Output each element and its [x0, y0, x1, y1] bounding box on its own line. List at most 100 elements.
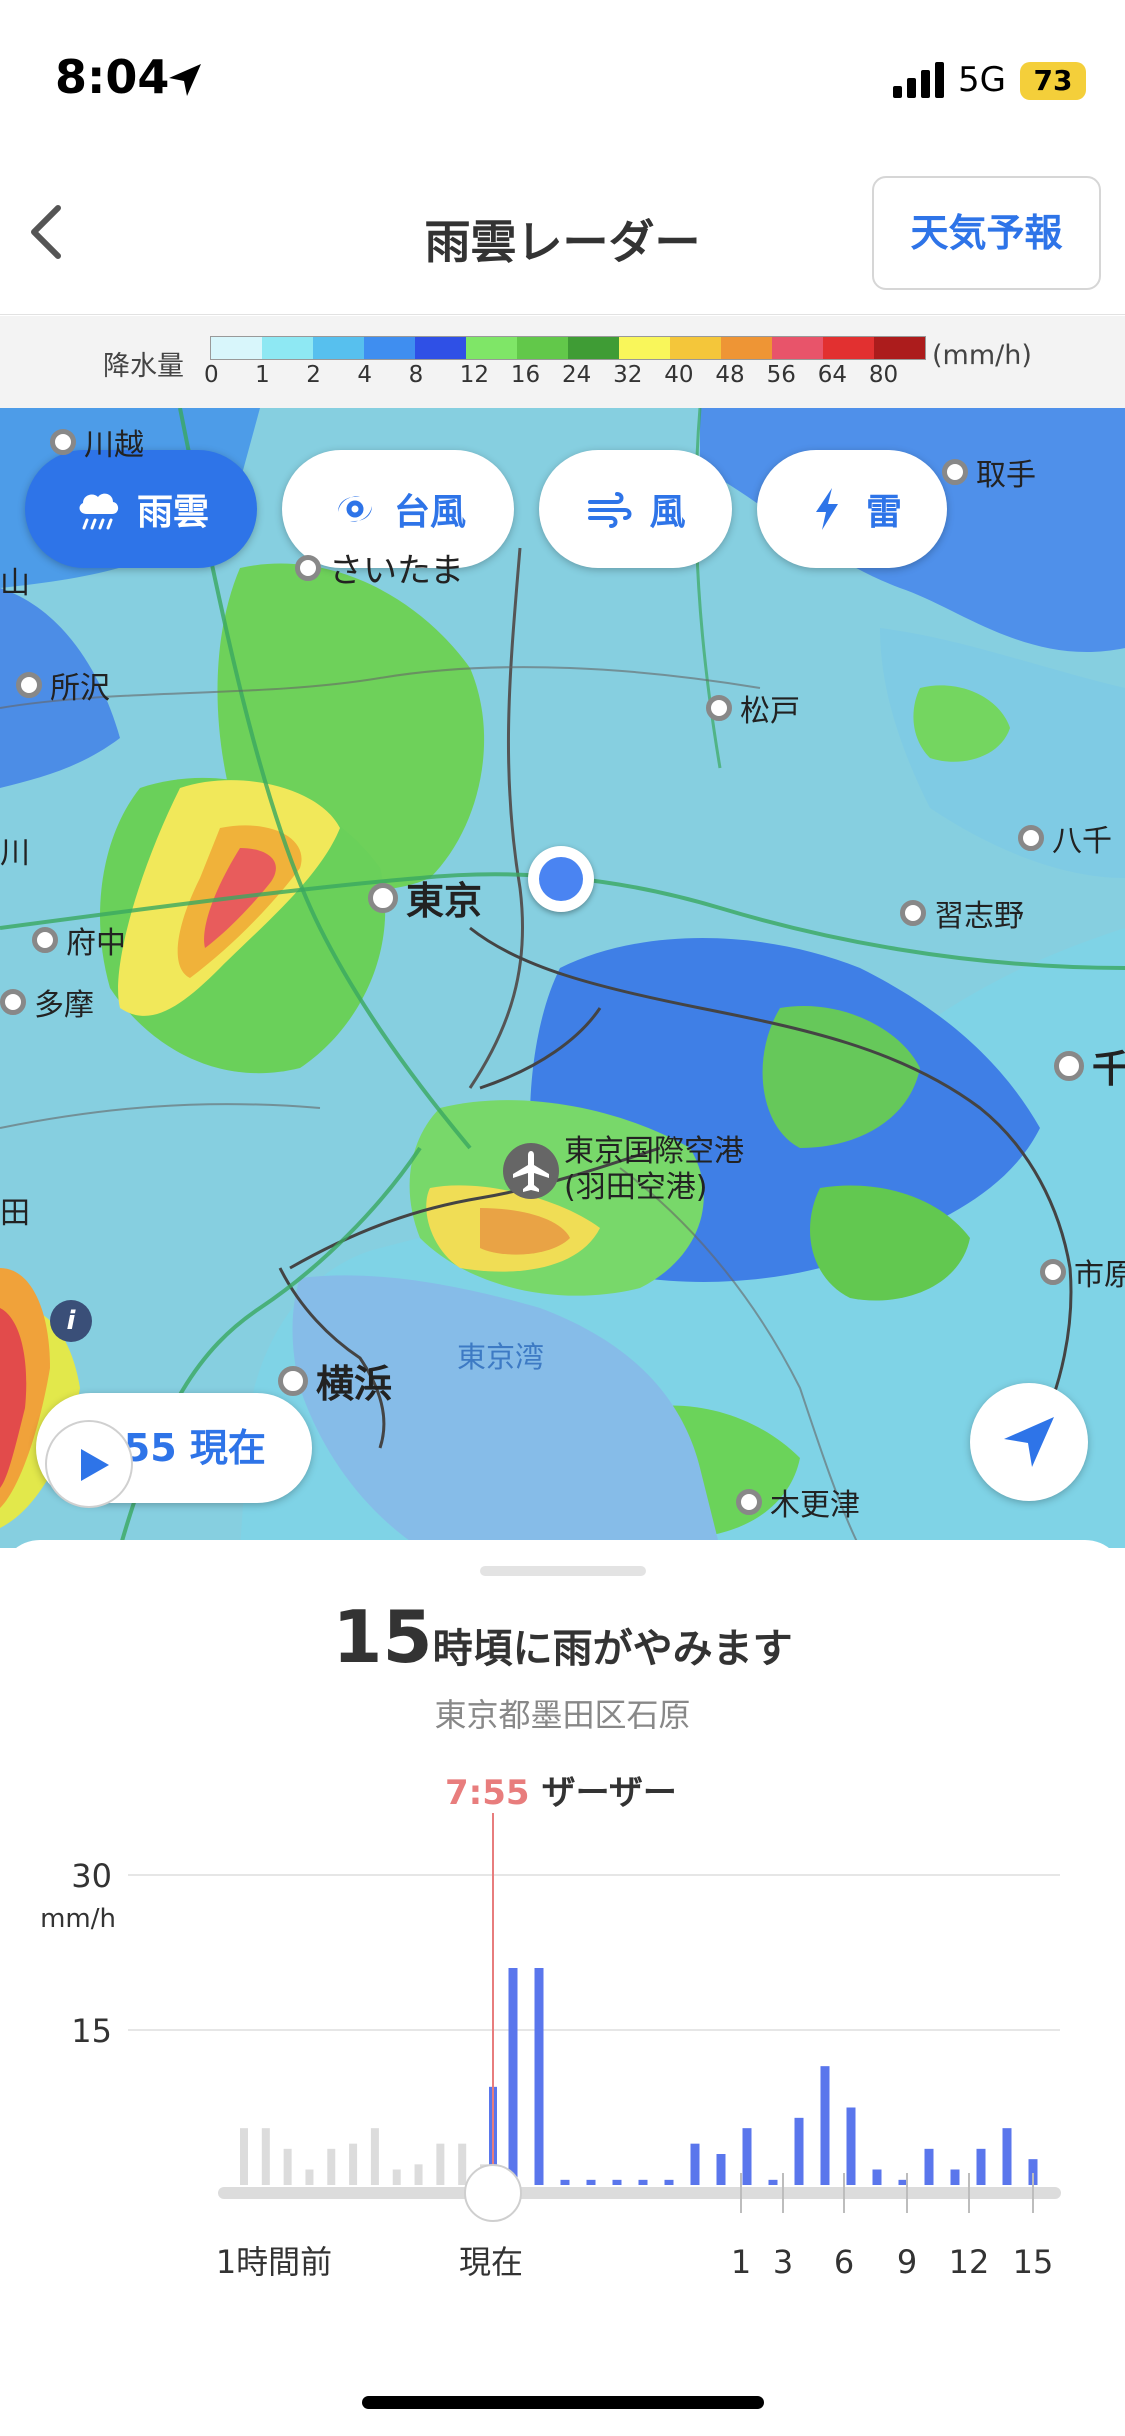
legend-tick-label: 12 [459, 362, 489, 388]
legend-tick-label: 1 [255, 362, 270, 388]
precipitation-chart[interactable]: 30 15 mm/h 1時間前 現在 1 3 6 9 12 15 7:55 ザーザー [0, 1765, 1125, 2345]
rain-cloud-icon [79, 493, 119, 530]
map-edge-label: 川 [0, 836, 30, 871]
past-bar [414, 2164, 423, 2185]
future-bar [794, 2117, 804, 2185]
legend-color-swatch [772, 337, 823, 359]
x-axis-label: 15 [1013, 2243, 1054, 2281]
legend-tick-label: 64 [817, 362, 847, 388]
legend-tick-label: 56 [766, 362, 796, 388]
past-bar [436, 2143, 445, 2185]
sheet-drag-handle[interactable] [480, 1566, 646, 1576]
rain-intensity-label: ザーザー [541, 1773, 677, 1813]
play-button[interactable] [45, 1420, 133, 1508]
place-marker-icon [1054, 1050, 1084, 1081]
forecast-button[interactable]: 天気予報 [872, 176, 1101, 290]
legend-ticks: 0 1 2 4 8 12 16 24 32 40 48 56 64 80 [196, 362, 916, 392]
radar-map[interactable]: 雨雲 台風 風 雷 川越 取手 さいたま 山 所沢 松戸 八千 川 東京 習志野… [0, 408, 1125, 1548]
legend-color-swatch [721, 337, 772, 359]
legend-tick-label: 16 [510, 362, 541, 388]
map-place-matsudo: 松戸 [706, 686, 800, 730]
place-marker-icon [900, 900, 926, 926]
layer-lightning-button[interactable]: 雷 [757, 450, 947, 568]
legend-tick-label: 48 [715, 362, 745, 388]
future-bar [846, 2107, 856, 2185]
current-time-label: 7:55 ザーザー [445, 1765, 677, 1814]
past-bar [240, 2128, 248, 2185]
map-place-toride: 取手 [942, 450, 1036, 494]
past-bar [305, 2169, 314, 2185]
x-axis-label: 現在 [459, 2243, 523, 2281]
legend-color-swatch [670, 337, 721, 359]
bottom-sheet[interactable]: 15時頃に雨がやみます 東京都墨田区石原 30 15 mm/h 1時間前 現在 1 3 6 9 1… [0, 1540, 1125, 2436]
home-indicator [362, 2396, 764, 2409]
past-bar [349, 2143, 358, 2185]
map-place-fuchu: 府中 [32, 918, 126, 962]
past-bar [370, 2128, 379, 2185]
layer-typhoon-label: 台風 [393, 492, 466, 533]
legend-color-swatch [466, 337, 517, 359]
legend-color-swatch [364, 337, 415, 359]
map-place-narashino: 習志野 [900, 891, 1024, 935]
place-marker-icon [32, 927, 58, 953]
place-marker-icon [1040, 1259, 1066, 1285]
map-place-chiba: 千 [1054, 1038, 1125, 1093]
legend-color-swatch [313, 337, 364, 359]
place-marker-icon [706, 695, 732, 721]
signal-icon [893, 62, 944, 98]
current-location-marker [528, 846, 594, 912]
future-bar [872, 2169, 882, 2185]
legend-tick-label: 4 [357, 362, 373, 388]
future-bar [950, 2169, 960, 2185]
legend-color-swatch [619, 337, 670, 359]
rain-stop-headline: 15時頃に雨がやみます [0, 1595, 1125, 1679]
past-bar [327, 2148, 336, 2185]
future-bar [560, 2179, 570, 2185]
location-arrow-icon [169, 64, 201, 96]
rain-stop-message: 時頃に雨がやみます [432, 1626, 793, 1672]
locate-me-button[interactable] [970, 1383, 1088, 1501]
future-bar [742, 2128, 752, 2185]
map-place-saitama: さいたま [295, 543, 464, 592]
place-marker-icon [368, 882, 398, 913]
x-axis-label: 6 [834, 2243, 854, 2281]
legend-tick-label: 24 [562, 362, 592, 388]
current-time: 7:55 [445, 1773, 530, 1813]
map-place-tama: 多摩 [0, 980, 94, 1024]
place-marker-icon [278, 1365, 308, 1396]
legend-color-swatch [823, 337, 874, 359]
past-bar [392, 2169, 401, 2185]
future-bar [690, 2143, 700, 2185]
legend-title: 降水量 [103, 351, 184, 382]
future-bar [820, 2066, 830, 2185]
typhoon-icon [337, 496, 372, 522]
location-name: 東京都墨田区石原 [434, 1696, 691, 1734]
map-place-yachiyo: 八千 [1018, 816, 1112, 860]
place-marker-icon [736, 1489, 762, 1515]
y-tick-label: 15 [71, 2012, 112, 2050]
layer-rain-cloud-button[interactable]: 雨雲 [25, 450, 257, 568]
info-icon[interactable]: i [50, 1300, 92, 1342]
map-bay-label: 東京湾 [457, 1340, 545, 1374]
past-bar [261, 2128, 270, 2185]
legend-tick-label: 40 [664, 362, 694, 388]
map-place-ichihara: 市原 [1040, 1250, 1125, 1294]
legend-color-swatch [517, 337, 568, 359]
battery-indicator: 73 [1020, 62, 1086, 100]
future-bar [534, 1968, 544, 2185]
map-edge-label: 田 [0, 1196, 30, 1231]
future-bar [976, 2148, 986, 2185]
precipitation-chart-svg: 30 15 mm/h 1時間前 現在 1 3 6 9 12 15 [40, 1813, 1061, 2281]
layer-wind-button[interactable]: 風 [539, 450, 732, 568]
legend-tick-label: 0 [204, 362, 219, 388]
place-marker-icon [16, 672, 42, 698]
network-type: 5G [958, 60, 1006, 100]
map-place-tokyo: 東京 [368, 870, 482, 925]
precipitation-legend: 降水量 0 1 2 4 8 12 16 24 32 40 48 56 64 80 (mm/h) [0, 316, 1125, 408]
legend-tick-label: 32 [613, 362, 643, 388]
place-marker-icon [295, 554, 321, 581]
future-bar [1002, 2128, 1012, 2185]
map-place-tokorozawa: 所沢 [16, 663, 110, 707]
status-bar: 8:04 5G 73 [0, 0, 1125, 150]
future-bar [664, 2179, 674, 2185]
